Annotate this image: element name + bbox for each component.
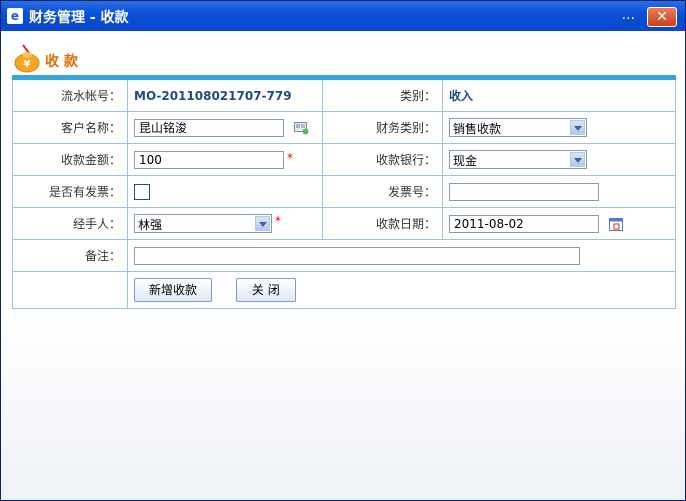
title-dots: ... — [621, 7, 635, 23]
app-icon: e — [7, 8, 23, 24]
window: e 财务管理 - 收款 ... ✕ ¥ 收 款 流水帐号： MO-2011080… — [0, 0, 686, 501]
invoice-no-input[interactable] — [449, 182, 599, 201]
receipt-form: 流水帐号： MO-201108021707-779 类别： 收入 客户名称： 昆… — [12, 75, 676, 309]
customer-input[interactable] — [134, 118, 284, 137]
invoice-checkbox[interactable] — [134, 183, 150, 200]
finance-type-value: 销售收款 — [453, 122, 502, 136]
serial-value: MO-201108021707-779 — [127, 77, 323, 112]
date-label: 收款日期： — [322, 207, 443, 240]
close-button[interactable]: 关 闭 — [235, 278, 296, 302]
required-mark: * — [275, 214, 281, 228]
title-bar[interactable]: e 财务管理 - 收款 ... ✕ — [1, 1, 685, 31]
amount-label: 收款金额： — [12, 143, 128, 176]
bank-select[interactable]: 现金 — [449, 150, 587, 169]
serial-label: 流水帐号： — [12, 77, 128, 112]
customer-label: 客户名称： — [12, 111, 128, 144]
content-area: ¥ 收 款 流水帐号： MO-201108021707-779 类别： 收入 客… — [1, 31, 685, 500]
invoice-flag-label: 是否有发票： — [12, 175, 128, 208]
money-bag-icon: ¥ — [14, 44, 40, 73]
remark-label: 备注： — [12, 239, 128, 272]
svg-text:¥: ¥ — [24, 59, 31, 70]
handler-select[interactable]: 林强 — [134, 214, 272, 233]
amount-input[interactable] — [134, 150, 284, 169]
close-window-button[interactable]: ✕ — [647, 7, 677, 27]
finance-type-select[interactable]: 销售收款 — [449, 118, 587, 137]
chevron-down-icon[interactable] — [255, 216, 270, 231]
handler-value: 林强 — [138, 218, 163, 232]
remark-input[interactable] — [134, 246, 580, 265]
customer-lookup-icon[interactable] — [293, 121, 309, 135]
page-title: 收 款 — [45, 54, 78, 70]
invoice-no-label: 发票号： — [322, 175, 443, 208]
finance-type-label: 财务类别： — [322, 111, 443, 144]
window-title: 财务管理 - 收款 — [29, 10, 129, 26]
chevron-down-icon[interactable] — [570, 152, 585, 167]
category-label: 类别： — [322, 77, 443, 112]
chevron-down-icon[interactable] — [570, 120, 585, 135]
add-receipt-button[interactable]: 新增收款 — [134, 278, 212, 302]
bank-label: 收款银行： — [322, 143, 443, 176]
required-mark: * — [287, 150, 293, 165]
date-input[interactable] — [449, 214, 599, 233]
handler-label: 经手人： — [12, 207, 128, 240]
bank-value: 现金 — [453, 154, 478, 168]
category-value: 收入 — [442, 77, 676, 112]
calendar-icon[interactable] — [608, 217, 624, 231]
